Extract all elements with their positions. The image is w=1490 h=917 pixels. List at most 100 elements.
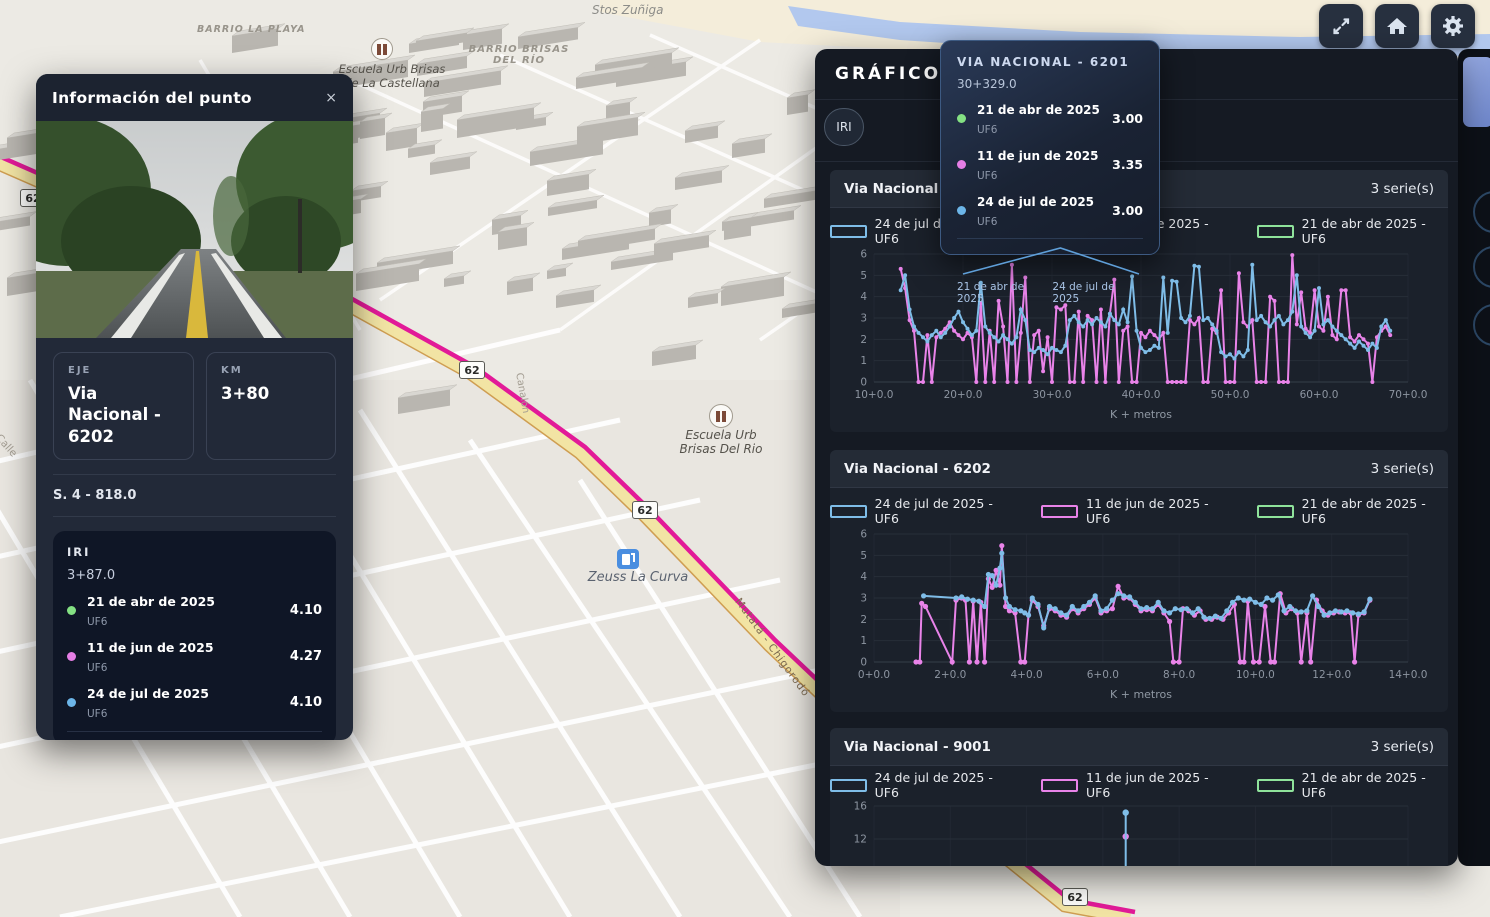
svg-text:10+0.0: 10+0.0 [1236, 669, 1275, 681]
side-toolbar-button[interactable] [1473, 304, 1490, 346]
tooltip-title: VIA NACIONAL - 6201 [957, 55, 1143, 69]
series-count: 3 serie(s) [1371, 181, 1434, 197]
fullscreen-button[interactable] [1319, 4, 1363, 48]
iri-card: IRI 3+87.0 21 de abr de 2025UF6 4.10 11 … [53, 531, 336, 740]
svg-text:30+0.0: 30+0.0 [1033, 389, 1072, 401]
tab-iri[interactable]: IRI [824, 108, 864, 146]
home-button[interactable] [1375, 4, 1419, 48]
svg-text:12: 12 [854, 834, 867, 846]
app: { "toolbar": { "buttons": ["fullscreen",… [0, 0, 1490, 917]
point-info-panel: Información del punto × EJE Via Nacional… [36, 74, 353, 740]
eje-label: EJE [68, 365, 179, 376]
chart-card-9001: Via Nacional - 9001 3 serie(s) 24 de jul… [830, 728, 1448, 866]
legend-item[interactable]: 24 de jul de 2025 - UF6 [830, 496, 1015, 526]
route-shield: 62 [1062, 888, 1088, 906]
measurement-row: 24 de jul de 2025UF6 4.10 [67, 683, 322, 721]
chart-tooltip: VIA NACIONAL - 6201 30+329.0 21 de abr d… [940, 40, 1160, 255]
km-value: 3+80 [221, 383, 321, 404]
svg-text:4: 4 [860, 291, 867, 303]
svg-text:0: 0 [860, 377, 867, 389]
panel-title: Información del punto [52, 89, 252, 107]
svg-text:4: 4 [860, 571, 867, 583]
legend-item[interactable]: 11 de jun de 2025 - UF6 [1041, 496, 1231, 526]
series-dot [957, 114, 966, 123]
svg-text:2: 2 [860, 334, 867, 346]
series-count: 3 serie(s) [1371, 461, 1434, 477]
measurement-row: 21 de abr de 2025UF6 4.10 [67, 591, 322, 629]
legend-item[interactable]: 21 de abr de 2025 - UF6 [1257, 770, 1448, 800]
hidden-side-toolbar [1458, 49, 1490, 866]
chart-plot-9001[interactable]: 81216 [844, 798, 1434, 866]
legend-item[interactable]: 11 de jun de 2025 - UF6 [1041, 770, 1231, 800]
series-dot [957, 206, 966, 215]
legend-swatch [1257, 225, 1294, 238]
series-dot [957, 160, 966, 169]
tooltip-km: 30+329.0 [957, 77, 1143, 91]
charts-panel-title: GRÁFICOS [835, 64, 956, 84]
km-card: KM 3+80 [206, 352, 336, 460]
iri-title: IRI [67, 545, 322, 559]
svg-text:10+0.0: 10+0.0 [855, 389, 894, 401]
svg-text:6: 6 [860, 529, 867, 541]
svg-text:40+0.0: 40+0.0 [1122, 389, 1161, 401]
km-label: KM [221, 365, 321, 376]
measurement-row: 24 de jul de 2025UF6 3.00 [957, 191, 1143, 229]
eje-value: Via Nacional - 6202 [68, 383, 179, 447]
section-value: S. 4 - 818.0 [36, 475, 353, 516]
svg-text:0: 0 [860, 657, 867, 669]
fullscreen-icon [1328, 13, 1354, 39]
chart-plot-6202[interactable]: 0+0.02+0.04+0.06+0.08+0.010+0.012+0.014+… [844, 526, 1434, 708]
legend-item[interactable]: 24 de jul de 2025 - UF6 [830, 770, 1015, 800]
svg-text:6: 6 [860, 249, 867, 261]
home-icon [1384, 13, 1410, 39]
svg-text:3: 3 [860, 313, 867, 325]
chart-legend: 24 de jul de 2025 - UF6 11 de jun de 202… [830, 500, 1448, 522]
route-shield: 62 [459, 361, 485, 379]
side-toolbar-button[interactable] [1473, 191, 1490, 233]
legend-swatch [1041, 779, 1078, 792]
legend-swatch [1257, 779, 1294, 792]
side-toolbar-button[interactable] [1473, 246, 1490, 288]
gear-icon [1440, 13, 1466, 39]
svg-text:20+0.0: 20+0.0 [944, 389, 983, 401]
svg-text:50+0.0: 50+0.0 [1211, 389, 1250, 401]
close-icon[interactable]: × [325, 90, 337, 106]
chart-title: Via Nacional - 9001 [844, 739, 991, 755]
side-toolbar-selected-tile[interactable] [1463, 57, 1490, 127]
legend-swatch [830, 505, 867, 518]
svg-text:1: 1 [860, 635, 867, 647]
svg-text:60+0.0: 60+0.0 [1300, 389, 1339, 401]
series-count: 3 serie(s) [1371, 739, 1434, 755]
svg-text:14+0.0: 14+0.0 [1389, 669, 1428, 681]
legend-swatch [830, 779, 867, 792]
svg-text:16: 16 [854, 801, 868, 813]
svg-text:5: 5 [860, 270, 867, 282]
svg-text:12+0.0: 12+0.0 [1312, 669, 1351, 681]
legend-swatch [830, 225, 867, 238]
legend-swatch [1257, 505, 1294, 518]
svg-text:2: 2 [860, 614, 867, 626]
svg-text:3: 3 [860, 593, 867, 605]
svg-text:8+0.0: 8+0.0 [1163, 669, 1195, 681]
measurement-row: 11 de jun de 2025UF6 3.35 [957, 145, 1143, 183]
svg-text:K + metros: K + metros [1110, 688, 1172, 701]
chart-card-6202: Via Nacional - 6202 3 serie(s) 24 de jul… [830, 450, 1448, 712]
measurement-row: 21 de abr de 2025UF6 3.00 [957, 99, 1143, 137]
series-dot [67, 652, 76, 661]
street-photo[interactable] [36, 121, 353, 338]
spark-end-label: 24 de jul de 2025 [1052, 281, 1143, 305]
chart-legend: 24 de jul de 2025 - UF6 11 de jun de 202… [830, 774, 1448, 796]
chart-title: Via Nacional - 6202 [844, 461, 991, 477]
settings-button[interactable] [1431, 4, 1475, 48]
svg-text:K + metros: K + metros [1110, 408, 1172, 421]
svg-text:5: 5 [860, 550, 867, 562]
eje-card: EJE Via Nacional - 6202 [53, 352, 194, 460]
school-icon[interactable] [371, 38, 393, 60]
legend-item[interactable]: 21 de abr de 2025 - UF6 [1257, 216, 1448, 246]
spark-start-label: 21 de abr de 2025 [957, 281, 1052, 305]
legend-item[interactable]: 21 de abr de 2025 - UF6 [1257, 496, 1448, 526]
fuel-station-icon[interactable] [617, 549, 639, 569]
school-icon[interactable] [709, 404, 733, 428]
legend-swatch [1041, 505, 1078, 518]
iri-sparkline [67, 736, 322, 740]
